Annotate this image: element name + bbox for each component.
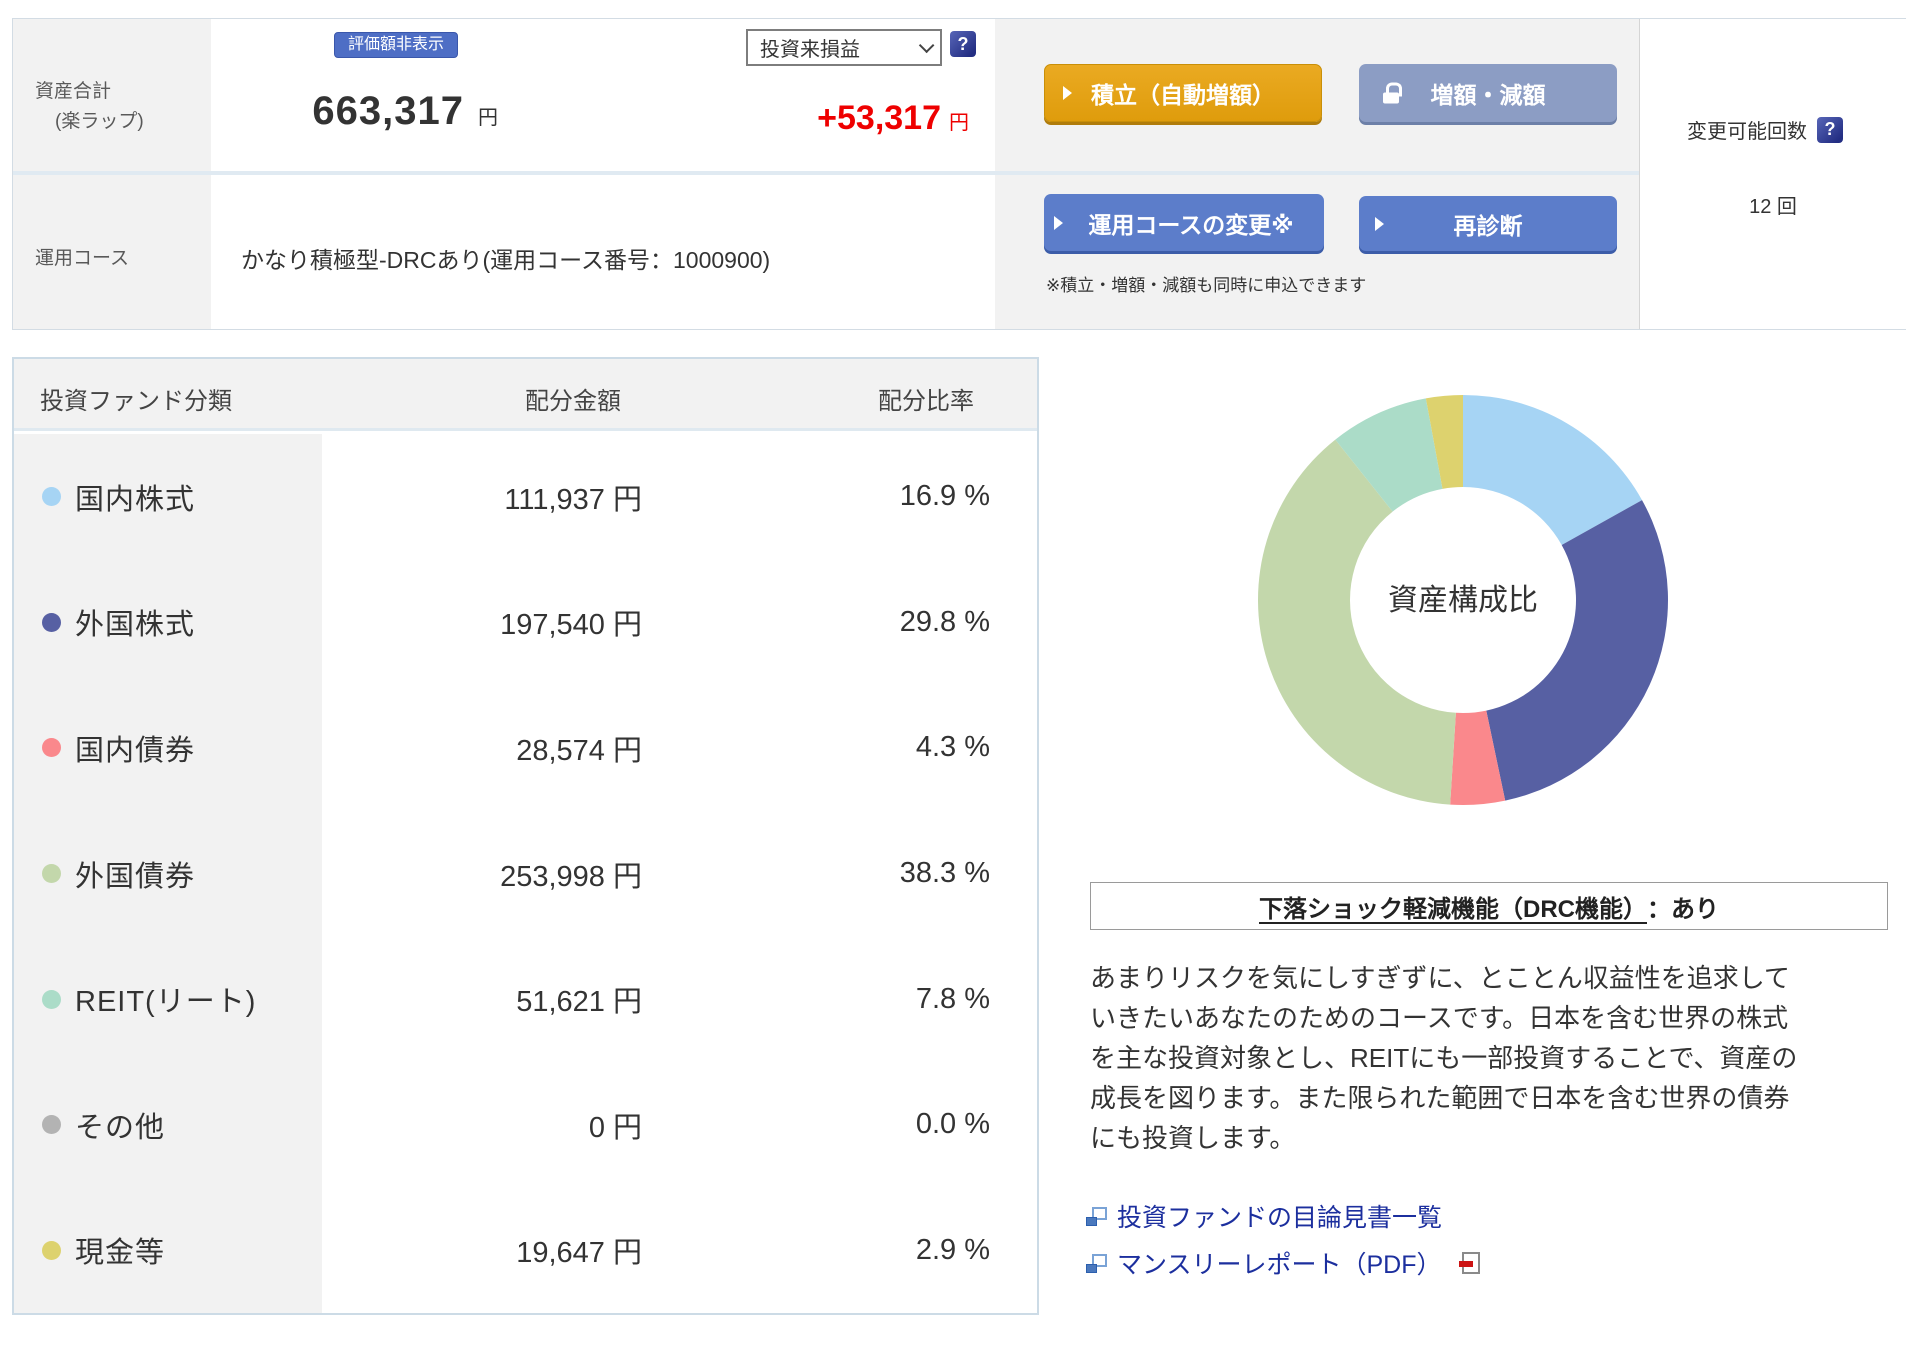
total-asset-amount: 663,317 円	[143, 89, 498, 134]
window-icon	[1086, 1206, 1107, 1226]
play-arrow-icon	[1054, 215, 1063, 230]
course-value: かなり積極型-DRCあり(運用コース番号：1000900)	[241, 247, 771, 273]
total-amount-unit: 円	[478, 107, 498, 129]
allocation-amount: 51,621 円	[516, 986, 642, 1019]
course-description-line: いきたいあなたのためのコースです。日本を含む世界の株式	[1090, 1003, 1789, 1033]
category-label: その他	[75, 1111, 166, 1144]
table-row: 外国債券 253,998 円 38.3 %	[14, 811, 1037, 937]
change-count-panel: 変更可能回数 ? 12 回	[1640, 19, 1906, 329]
asset-total-label: 資産合計 (楽ラップ)	[35, 81, 144, 132]
pl-period-select[interactable]: 投資来損益	[746, 29, 942, 66]
increase-decrease-button[interactable]: 増額・減額	[1359, 64, 1617, 122]
category-color-dot	[42, 864, 61, 884]
category-label: 国内株式	[75, 483, 196, 516]
course-description-line: あまりリスクを気にしすぎずに、とことん収益性を追求して	[1090, 963, 1790, 993]
allocation-amount: 253,998 円	[500, 860, 642, 893]
prospectus-link[interactable]: 投資ファンドの目論見書一覧	[1086, 1198, 1442, 1234]
increase-decrease-label: 増額・減額	[1430, 82, 1546, 108]
total-amount-value: 663,317	[312, 89, 464, 133]
donut-segment-3	[1258, 439, 1456, 805]
category-label: 外国債券	[75, 860, 196, 893]
table-row: 外国株式 197,540 円 29.8 %	[14, 560, 1037, 686]
monthly-report-link-label: マンスリーレポート（PDF）	[1117, 1251, 1442, 1279]
allocation-amount: 0 円	[588, 1111, 642, 1144]
allocation-ratio: 2.9 %	[915, 1233, 990, 1266]
profit-loss-unit: 円	[949, 112, 969, 134]
fund-allocation-table: 投資ファンド分類 配分金額 配分比率 国内株式 111,937 円 16.9 % 外国…	[12, 357, 1039, 1315]
table-row: その他 0 円 0.0 %	[14, 1062, 1037, 1188]
category-color-dot	[42, 487, 61, 507]
category-color-dot	[42, 738, 61, 758]
pl-period-value: 投資来損益	[760, 39, 860, 61]
category-color-dot	[42, 1115, 61, 1135]
table-row: 現金等 19,647 円 2.9 %	[14, 1187, 1037, 1313]
allocation-ratio: 16.9 %	[899, 480, 990, 513]
asset-summary-panel: 資産合計 (楽ラップ) 評価額非表示 663,317 円 投資来損益 ? +53…	[12, 18, 1906, 330]
table-row: 国内株式 111,937 円 16.9 %	[14, 434, 1037, 560]
category-color-dot	[42, 989, 61, 1009]
category-label: REIT(リート)	[75, 986, 257, 1019]
header-amount: 配分金額	[525, 388, 621, 415]
category-label: 現金等	[75, 1237, 166, 1270]
drc-feature-title: 下落ショック軽減機能（DRC機能）	[1259, 895, 1647, 923]
pl-help-icon[interactable]: ?	[950, 31, 976, 57]
header-category: 投資ファンド分類	[40, 388, 232, 415]
course-description-line: を主な投資対象とし、REITにも一部投資することで、資産の	[1090, 1043, 1798, 1073]
table-header-row: 投資ファンド分類 配分金額 配分比率	[14, 359, 1037, 431]
allocation-amount: 28,574 円	[516, 734, 642, 767]
allocation-amount: 111,937 円	[504, 483, 642, 516]
category-label: 国内債券	[75, 734, 196, 767]
allocation-ratio: 0.0 %	[915, 1108, 990, 1141]
course-change-label: 運用コースの変更※	[1088, 211, 1294, 238]
profit-loss-amount: +53,317 円	[613, 99, 969, 138]
allocation-ratio: 38.3 %	[899, 857, 990, 890]
lock-icon	[1383, 82, 1402, 104]
category-color-dot	[42, 1240, 61, 1260]
fund-rows: 国内株式 111,937 円 16.9 % 外国株式 197,540 円 29.8 % 国内…	[14, 434, 1037, 1313]
chevron-down-icon	[918, 37, 935, 54]
course-description-line: 成長を図ります。また限られた範囲で日本を含む世界の債券	[1090, 1083, 1790, 1113]
allocation-ratio: 29.8 %	[899, 605, 990, 638]
simultaneous-application-note: ※積立・増額・減額も同時に申込できます	[1046, 276, 1367, 295]
course-label: 運用コース	[35, 248, 130, 269]
allocation-ratio: 7.8 %	[915, 982, 990, 1015]
drc-feature-box: 下落ショック軽減機能（DRC機能） ：あり	[1090, 882, 1888, 930]
change-count-value: 12 回	[1749, 196, 1797, 218]
tsumitate-button[interactable]: 積立（自動増額）	[1044, 64, 1322, 122]
course-description-line: にも投資します。	[1090, 1123, 1296, 1153]
course-change-button[interactable]: 運用コースの変更※	[1044, 194, 1324, 251]
hide-valuation-button[interactable]: 評価額非表示	[334, 32, 459, 58]
allocation-amount: 19,647 円	[516, 1237, 642, 1270]
allocation-amount: 197,540 円	[500, 609, 642, 642]
rediagnosis-button[interactable]: 再診断	[1359, 196, 1617, 251]
asset-composition-donut: 資産構成比	[1258, 395, 1668, 805]
play-arrow-icon	[1063, 86, 1072, 100]
drc-feature-value: ：あり	[1647, 895, 1719, 923]
change-count-help-icon[interactable]: ?	[1817, 116, 1843, 143]
raku-wrap-dashboard: 資産合計 (楽ラップ) 評価額非表示 663,317 円 投資来損益 ? +53…	[0, 0, 1920, 1346]
pdf-icon	[1458, 1252, 1480, 1274]
change-count-label: 変更可能回数	[1687, 121, 1807, 143]
tsumitate-button-label: 積立（自動増額）	[1091, 82, 1275, 108]
window-icon	[1086, 1253, 1107, 1273]
table-row: REIT(リート) 51,621 円 7.8 %	[14, 936, 1037, 1062]
monthly-report-link[interactable]: マンスリーレポート（PDF）	[1086, 1245, 1480, 1281]
donut-center-label: 資産構成比	[1388, 584, 1538, 617]
prospectus-link-label: 投資ファンドの目論見書一覧	[1117, 1204, 1443, 1232]
profit-loss-value: +53,317	[817, 99, 941, 137]
rediagnosis-label: 再診断	[1453, 212, 1523, 239]
play-arrow-icon	[1375, 216, 1384, 231]
row-divider	[13, 171, 1639, 175]
table-row: 国内債券 28,574 円 4.3 %	[14, 685, 1037, 811]
allocation-ratio: 4.3 %	[915, 731, 990, 764]
category-color-dot	[42, 612, 61, 632]
category-label: 外国株式	[75, 609, 196, 642]
header-ratio: 配分比率	[878, 388, 974, 415]
course-description: あまりリスクを気にしすぎずに、とことん収益性を追求して いきたいあなたのためのコー…	[1090, 958, 1902, 1158]
donut-segment-1	[1486, 500, 1668, 801]
